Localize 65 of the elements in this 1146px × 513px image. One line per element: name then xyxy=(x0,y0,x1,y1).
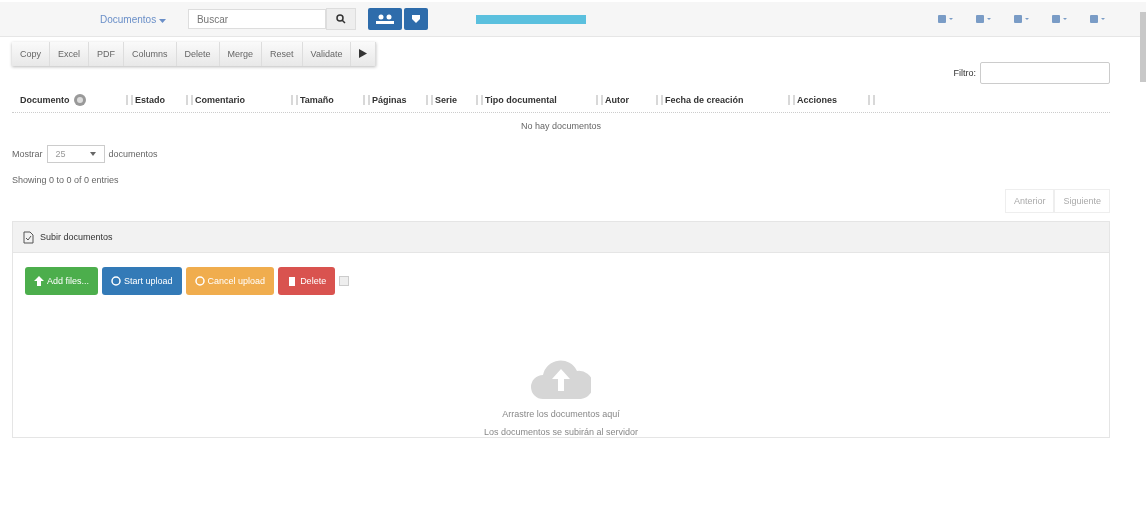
empty-message: No hay documentos xyxy=(520,121,601,131)
page-size-select[interactable]: 25 xyxy=(46,145,105,163)
length-label: Mostrar xyxy=(12,149,43,159)
column-header[interactable]: Acciones xyxy=(797,95,838,105)
search-icon xyxy=(335,14,346,24)
filter-label: Filtro: xyxy=(953,68,976,78)
upload-button[interactable]: Start upload xyxy=(102,267,182,295)
toolbar-button[interactable]: Copy xyxy=(12,42,50,66)
sort-icon[interactable] xyxy=(125,95,135,105)
sort-icon[interactable] xyxy=(787,95,797,105)
shield-button[interactable] xyxy=(403,8,428,30)
toolbar-button[interactable]: Merge xyxy=(219,42,263,66)
documents-menu[interactable]: Documentos xyxy=(100,13,166,25)
column-header[interactable]: Fecha de creación xyxy=(665,95,744,105)
column-header[interactable]: Comentario xyxy=(195,95,245,105)
toolbar-button[interactable]: Columns xyxy=(124,42,177,66)
trash-icon xyxy=(287,276,298,286)
more-button[interactable] xyxy=(351,42,377,66)
dropdown-icon[interactable] xyxy=(938,14,954,24)
column-header[interactable]: Tipo documental xyxy=(485,95,557,105)
filter-field[interactable] xyxy=(980,62,1110,84)
caret-icon xyxy=(158,18,166,23)
sort-icon[interactable] xyxy=(185,95,195,105)
column-header[interactable]: Serie xyxy=(435,95,458,105)
column-header[interactable]: Autor xyxy=(605,95,629,105)
toolbar-button[interactable]: Delete xyxy=(176,42,220,66)
sort-icon[interactable] xyxy=(425,95,435,105)
column-header[interactable]: Estado xyxy=(135,95,165,105)
caret-icon xyxy=(89,152,96,156)
dropdown-icon[interactable] xyxy=(1052,14,1068,24)
play-icon xyxy=(359,48,368,58)
sort-icon[interactable] xyxy=(867,95,877,105)
column-header[interactable]: Tamaño xyxy=(300,95,334,105)
checkbox[interactable] xyxy=(339,276,350,286)
sort-icon[interactable] xyxy=(475,95,485,105)
scrollbar[interactable] xyxy=(1140,12,1146,82)
toolbar-button[interactable]: Validate xyxy=(302,42,352,66)
users-button[interactable] xyxy=(367,8,402,30)
length-label: documentos xyxy=(108,149,158,159)
sort-icon[interactable] xyxy=(595,95,605,105)
sort-icon[interactable] xyxy=(655,95,665,105)
sort-icon[interactable] xyxy=(290,95,300,105)
drop-text: Arrastre los documentos aquí xyxy=(502,409,620,419)
shield-icon xyxy=(410,14,421,24)
document-icon xyxy=(23,230,34,244)
toolbar-button[interactable]: Reset xyxy=(262,42,303,66)
search-button[interactable] xyxy=(325,8,356,30)
panel-title: Subir documentos xyxy=(40,232,113,242)
dropdown-icon[interactable] xyxy=(976,14,992,24)
toolbar-button[interactable]: Excel xyxy=(50,42,90,66)
column-header[interactable]: Documento xyxy=(20,95,70,105)
toolbar-button[interactable]: PDF xyxy=(89,42,125,66)
column-header[interactable]: Páginas xyxy=(372,95,407,105)
dropdown-icon[interactable] xyxy=(1014,14,1030,24)
drop-hint: Los documentos se subirán al servidor xyxy=(483,427,639,437)
dropdown-icon[interactable] xyxy=(1090,14,1106,24)
sort-icon[interactable] xyxy=(362,95,372,105)
arrow-up-icon xyxy=(34,276,44,286)
entries-info: Showing 0 to 0 of 0 entries xyxy=(12,175,120,185)
upload-button[interactable]: Delete xyxy=(278,267,336,295)
circle-icon xyxy=(111,276,122,286)
info-icon xyxy=(73,94,86,106)
circle-icon xyxy=(194,276,205,286)
users-icon xyxy=(375,14,394,24)
search-field[interactable]: Buscar xyxy=(187,9,326,29)
